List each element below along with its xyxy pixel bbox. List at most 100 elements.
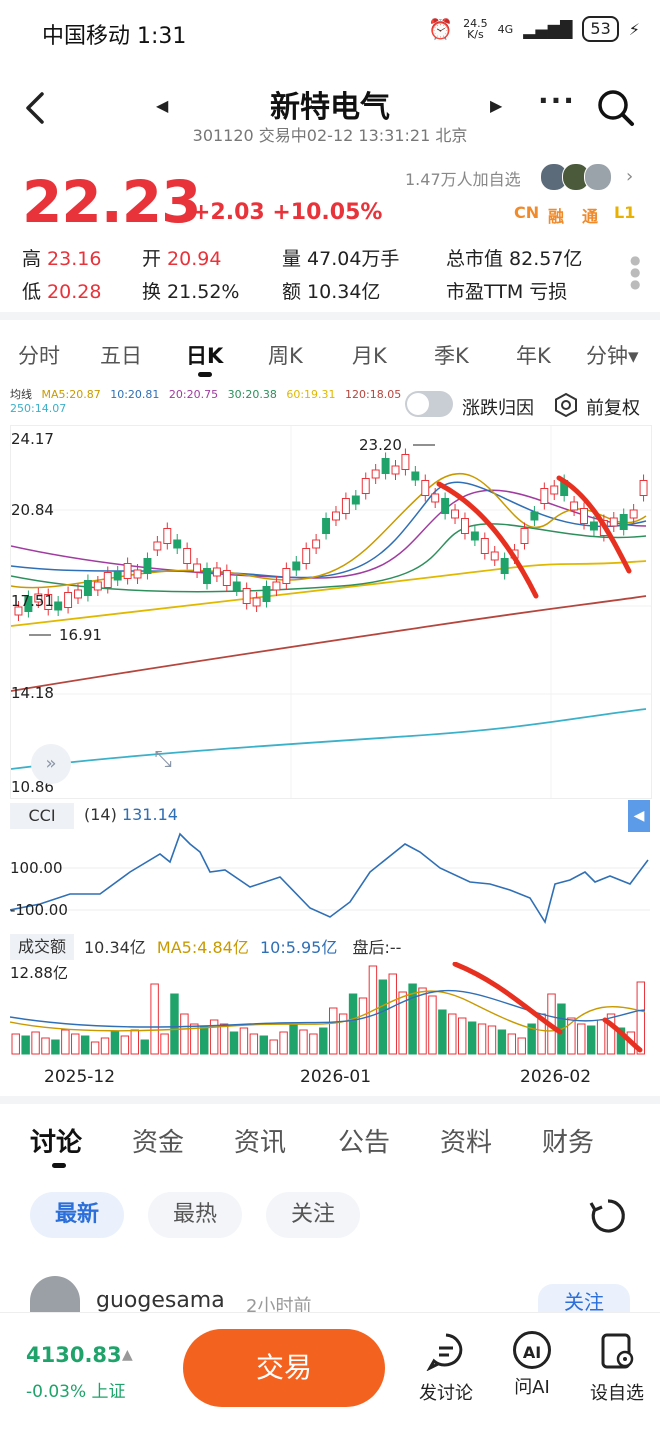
y-tick: 17.51 — [11, 592, 54, 610]
stat-market-cap: 总市值 82.57亿 — [446, 248, 583, 270]
volume-bar — [338, 1013, 348, 1055]
battery-indicator: 53 — [582, 16, 619, 42]
chevron-right-icon[interactable]: › — [626, 166, 633, 187]
active-tab-indicator — [198, 372, 212, 377]
tab-announcements[interactable]: 公告 — [338, 1122, 390, 1159]
candle-body — [490, 551, 499, 561]
tab-yearly-k[interactable]: 年K — [516, 340, 551, 370]
x-date: 2025-12 — [44, 1067, 116, 1087]
stat-low: 低 20.28 — [22, 281, 102, 303]
refresh-icon[interactable] — [588, 1196, 628, 1236]
stock-subtitle: 301120 交易中02-12 13:31:21 北京 — [192, 126, 468, 145]
tab-funds[interactable]: 资金 — [132, 1122, 184, 1159]
candle-body — [619, 514, 628, 530]
cci-indicator-tab[interactable]: CCI — [10, 803, 74, 829]
kline-svg — [10, 426, 651, 798]
cci-tick: 100.00 — [10, 859, 63, 877]
candle-body — [540, 488, 549, 504]
status-bar: 中国移动 1:31 ⏰ 24.5 K/s 4G ▂▄▆█ 53 ⚡ — [0, 0, 660, 64]
volume-bar — [41, 1037, 50, 1055]
trade-button[interactable]: 交易 — [183, 1329, 385, 1407]
volume-bar — [140, 1039, 149, 1055]
add-watchlist-button[interactable]: 设自选 — [582, 1331, 652, 1405]
volume-bar — [239, 1027, 249, 1055]
volume-svg — [9, 961, 646, 1055]
tab-news[interactable]: 资讯 — [234, 1122, 286, 1159]
index-change: -0.03% 上证 — [26, 1382, 126, 1402]
candle-body — [173, 539, 182, 549]
volume-bar — [596, 1019, 606, 1055]
more-icon[interactable]: ··· — [538, 84, 576, 117]
kline-chart[interactable]: 24.17 20.84 17.51 14.18 10.86 23.20 16.9… — [10, 425, 652, 799]
ask-ai-button[interactable]: AI 问AI — [497, 1331, 567, 1399]
filter-latest[interactable]: 最新 — [30, 1192, 124, 1238]
next-icon[interactable]: ▶ — [490, 96, 502, 115]
volume-bar — [90, 1041, 100, 1055]
filter-hot[interactable]: 最热 — [148, 1192, 242, 1238]
tab-intraday[interactable]: 分时 — [18, 340, 60, 370]
volume-bar — [180, 1013, 189, 1055]
volume-bar — [586, 1025, 596, 1055]
volume-legend: 10.34亿 MA5:4.84亿 10:5.95亿 盘后:-- — [84, 938, 402, 957]
volume-bar — [160, 1033, 169, 1055]
tab-profile[interactable]: 资料 — [440, 1122, 492, 1159]
volume-bar — [120, 1035, 130, 1055]
volume-indicator-tab[interactable]: 成交额 — [10, 934, 74, 960]
search-icon[interactable] — [596, 88, 636, 128]
price-change: +2.03 +10.05% — [192, 200, 383, 225]
tab-weekly-k[interactable]: 周K — [268, 340, 303, 370]
tab-minute[interactable]: 分钟▾ — [586, 340, 639, 370]
charging-icon: ⚡ — [628, 19, 640, 39]
alarm-icon: ⏰ — [428, 17, 454, 41]
volume-bar — [358, 997, 368, 1055]
restore-settings-icon[interactable] — [553, 392, 579, 418]
index-value[interactable]: 4130.83 — [26, 1343, 122, 1367]
volume-bar — [329, 1007, 338, 1055]
tab-finance[interactable]: 财务 — [542, 1122, 594, 1159]
resize-icon[interactable]: ⤡ — [145, 742, 181, 778]
post-username[interactable]: guogesama — [96, 1288, 225, 1313]
y-tick: 24.17 — [11, 430, 54, 448]
follow-button[interactable]: 关注 — [538, 1284, 630, 1314]
attribution-label: 涨跌归因 — [462, 398, 534, 419]
stock-header: ◀ 新特电气 ▶ 301120 交易中02-12 13:31:21 北京 ··· — [0, 64, 660, 154]
tab-monthly-k[interactable]: 月K — [352, 340, 387, 370]
signal-icon: ▂▄▆█ — [523, 19, 573, 39]
follower-avatars[interactable] — [540, 163, 614, 191]
volume-bar — [170, 993, 179, 1055]
expand-icon[interactable]: » — [31, 744, 71, 784]
candle-body — [143, 558, 152, 574]
avatar[interactable] — [30, 1276, 80, 1312]
active-tab-indicator — [52, 1163, 66, 1168]
badge-l1: L1 — [614, 203, 636, 222]
more-stats-icon[interactable]: ● ● ● — [630, 254, 640, 290]
discuss-button[interactable]: 发讨论 — [411, 1331, 481, 1405]
ma60-value: 60:19.31 — [286, 388, 336, 401]
volume-bar — [249, 1033, 259, 1055]
volume-bar — [259, 1035, 268, 1055]
volume-bar — [80, 1035, 90, 1055]
stat-pe: 市盈TTM 亏损 — [446, 281, 568, 303]
volume-bar — [51, 1039, 60, 1055]
divider — [0, 312, 660, 320]
attribution-toggle[interactable] — [405, 391, 453, 417]
restore-mode[interactable]: 前复权 — [586, 394, 640, 420]
network-type: 4G — [497, 22, 514, 36]
index-toggle-icon[interactable]: ▲ — [122, 1347, 133, 1363]
tab-discussion[interactable]: 讨论 — [30, 1122, 82, 1159]
volume-bar — [110, 1031, 120, 1055]
follow-count[interactable]: 1.47万人加自选 — [405, 166, 521, 190]
volume-bars — [11, 965, 646, 1055]
cci-tick: -100.00 — [10, 901, 68, 919]
tab-daily-k[interactable]: 日K — [186, 340, 223, 370]
filter-following[interactable]: 关注 — [266, 1192, 360, 1238]
collapse-panel-icon[interactable]: ◀ — [628, 800, 650, 832]
candle-body — [550, 485, 559, 495]
candle-body — [64, 592, 73, 608]
current-price: 22.23 — [22, 168, 201, 236]
tab-five-day[interactable]: 五日 — [100, 340, 142, 370]
candle-body — [500, 558, 509, 574]
tab-quarterly-k[interactable]: 季K — [434, 340, 469, 370]
divider — [0, 1096, 660, 1104]
y-tick: 20.84 — [11, 501, 54, 519]
